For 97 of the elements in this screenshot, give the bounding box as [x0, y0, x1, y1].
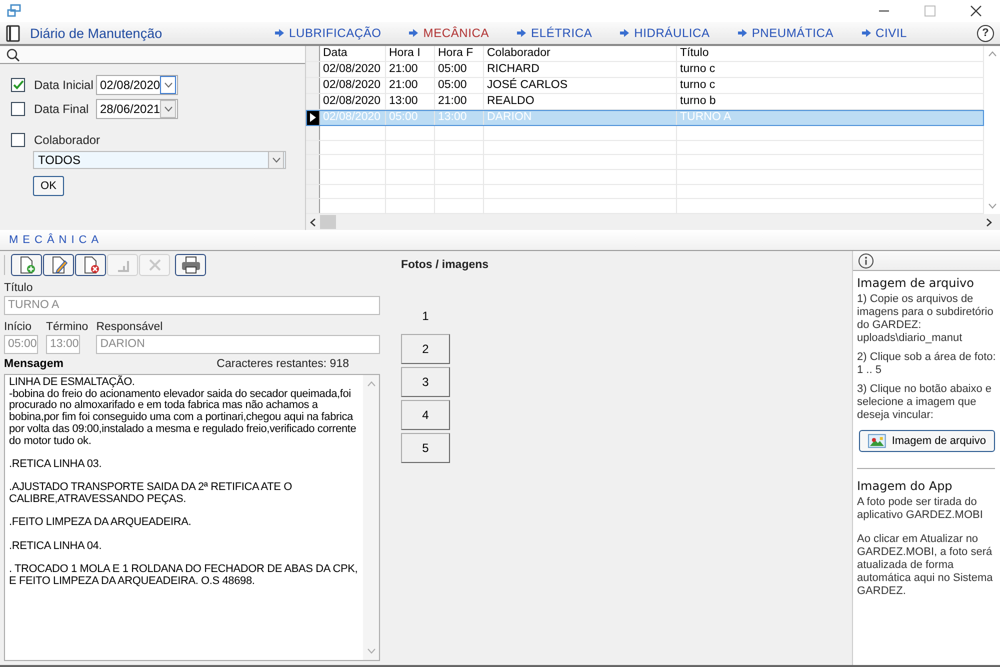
table-cell: 02/08/2020 [320, 62, 386, 77]
nav-link[interactable]: HIDRÁULICA [620, 26, 710, 40]
table-cell: 02/08/2020 [320, 78, 386, 93]
printer-icon [180, 256, 200, 274]
table-cell: 21:00 [435, 94, 484, 109]
table-cell: RICHARD [484, 62, 677, 77]
maximize-icon[interactable] [924, 5, 936, 17]
field-label: Mensagem [4, 358, 64, 371]
table-cell: 21:00 [386, 78, 435, 93]
info-heading: Imagem de arquivo [857, 276, 975, 290]
info-text: 2) Clique sob a área de foto: 1 .. 5 [857, 351, 997, 377]
photo-slot-button[interactable]: 3 [401, 367, 450, 397]
scrollbar-thumb[interactable] [320, 215, 336, 229]
edit-document-button[interactable] [43, 254, 74, 276]
table-cell: 13:00 [435, 110, 484, 125]
arrow-icon [517, 29, 526, 37]
caret-icon[interactable] [164, 106, 173, 112]
column-header[interactable]: Data [320, 46, 386, 61]
scroll-right-icon[interactable] [986, 218, 992, 226]
field-label: Término [46, 321, 88, 334]
field-label: Início [4, 321, 32, 334]
ok-button[interactable]: OK [33, 176, 64, 196]
owner-field[interactable]: DARION [96, 335, 380, 354]
arrow-icon [275, 29, 284, 37]
photo-slot-button[interactable]: 5 [401, 433, 450, 463]
photo-slot-button[interactable]: 2 [401, 334, 450, 364]
start-time-field[interactable]: 05:00 [4, 335, 38, 354]
checkbox[interactable] [11, 132, 25, 146]
cancel-icon [148, 258, 162, 272]
help-button[interactable]: ? [977, 24, 994, 42]
scroll-left-icon[interactable] [310, 218, 316, 226]
nav-link[interactable]: ELÉTRICA [517, 26, 592, 40]
app-title: Diário de Manutenção [30, 26, 164, 40]
column-header[interactable]: Colaborador [484, 46, 677, 61]
app-icon [6, 4, 22, 18]
photos-title: Fotos / imagens [401, 259, 490, 271]
arrow-icon [862, 29, 871, 37]
table-row[interactable]: 02/08/2020 21:00 05:00 RICHARD turno c [306, 62, 984, 78]
table-cell: DARION [484, 110, 677, 125]
filter-label: Colaborador [34, 132, 100, 146]
field-label: Título [4, 282, 34, 295]
end-time-field[interactable]: 13:00 [46, 335, 80, 354]
section-title: MECÂNICA [9, 234, 104, 246]
info-icon [858, 253, 874, 269]
search-icon[interactable] [6, 48, 20, 62]
table-cell: 05:00 [435, 78, 484, 93]
row-header[interactable] [306, 110, 320, 125]
field-label: Responsável [96, 321, 164, 334]
table-row[interactable]: 02/08/2020 21:00 05:00 JOSÉ CARLOS turno c [306, 78, 984, 94]
table-cell: 05:00 [386, 110, 435, 125]
edit-document-icon [50, 256, 68, 274]
horizontal-scrollbar[interactable] [306, 214, 1000, 230]
column-header[interactable]: Hora F [435, 46, 484, 61]
row-pointer-icon [310, 113, 316, 122]
title-field[interactable]: TURNO A [4, 296, 380, 315]
caret-icon[interactable] [164, 82, 173, 88]
date-field[interactable]: 02/08/2020 [96, 74, 178, 94]
arrow-icon [620, 29, 630, 37]
filter-label: Data Final [34, 102, 90, 116]
table-cell: 02/08/2020 [320, 110, 386, 125]
table-cell: JOSÉ CARLOS [484, 78, 677, 93]
arrow-icon [409, 29, 418, 37]
delete-document-button[interactable] [75, 254, 106, 276]
delete-document-icon [82, 256, 100, 274]
table-cell: 05:00 [435, 62, 484, 77]
caret-icon[interactable] [272, 157, 280, 163]
table-cell: 21:00 [386, 62, 435, 77]
table-cell: 13:00 [386, 94, 435, 109]
new-document-button[interactable] [11, 254, 42, 276]
checkbox[interactable] [11, 102, 25, 116]
close-icon[interactable] [970, 5, 982, 17]
image-icon [868, 434, 886, 448]
nav-link[interactable]: LUBRIFICAÇÃO [275, 26, 382, 40]
collaborator-dropdown[interactable]: TODOS [33, 151, 286, 169]
new-document-icon [18, 256, 36, 274]
column-header[interactable]: Hora I [386, 46, 435, 61]
photo-slot-button[interactable]: 4 [401, 400, 450, 430]
scroll-up-icon[interactable] [988, 51, 996, 57]
info-text: A foto pode ser tirada do aplicativo GARDEZ.MOBI [857, 496, 984, 522]
character-counter: Caracteres restantes: 918 [216, 358, 349, 371]
image-file-button[interactable]: Imagem de arquivo [859, 430, 995, 452]
arrow-icon [738, 29, 747, 37]
info-text: Ao clicar em Atualizar no GARDEZ.MOBI, a foto será atualizada de forma automática aqui no Sistema GARDEZ. [857, 533, 994, 598]
table-cell: 02/08/2020 [320, 94, 386, 109]
nav-link[interactable]: MECÂNICA [409, 26, 490, 40]
scroll-down-icon[interactable] [988, 203, 996, 209]
checkbox[interactable] [11, 78, 25, 92]
filter-label: Data Inicial [34, 78, 94, 92]
table-cell: REALDO [484, 94, 677, 109]
nav-link[interactable]: PNEUMÁTICA [738, 26, 834, 40]
date-field[interactable]: 28/06/2021 [96, 98, 178, 118]
info-text: 1) Copie os arquivos de imagens para o subdiretório do GARDEZ: uploads\diario_manut [857, 293, 994, 345]
book-icon [6, 24, 20, 42]
info-text: 3) Clique no botão abaixo e selecione a imagem que deseja vincular: [857, 383, 993, 422]
info-heading: Imagem do App [857, 479, 954, 493]
nav-link[interactable]: CIVIL [862, 26, 908, 40]
print-button[interactable] [175, 254, 206, 276]
